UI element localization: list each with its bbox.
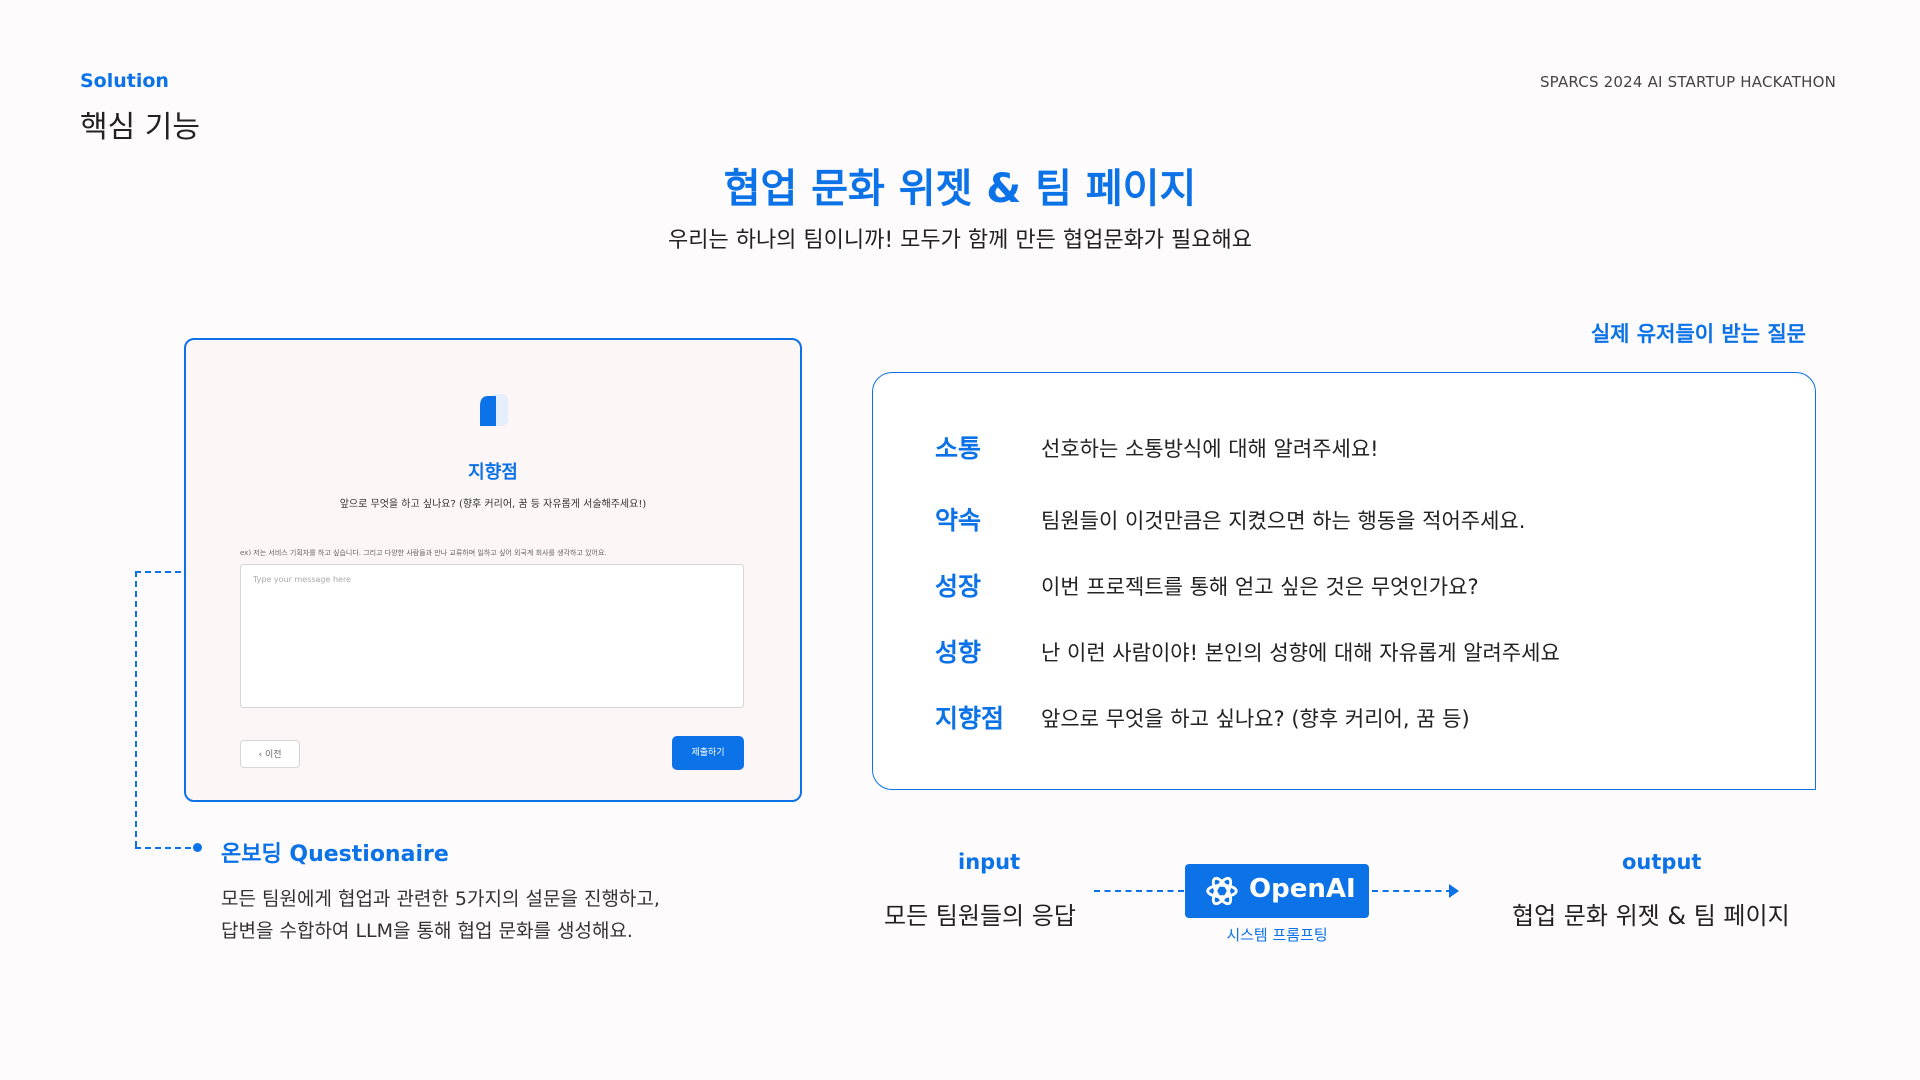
output-label: output <box>1622 850 1702 874</box>
section-label: Solution <box>80 70 169 92</box>
input-text: 모든 팀원들의 응답 <box>884 902 1076 930</box>
prev-button-label: 이전 <box>264 750 282 760</box>
event-brand: SPARCS 2024 AI STARTUP HACKATHON <box>1539 73 1836 91</box>
pipeline-line-out <box>1372 890 1452 892</box>
system-prompting-caption: 시스템 프롬프팅 <box>1226 926 1328 944</box>
book-logo-icon <box>480 394 508 426</box>
question-text: 난 이런 사람이야! 본인의 성향에 대해 자유롭게 알려주세요 <box>1041 641 1560 665</box>
question-key: 약속 <box>935 506 982 535</box>
submit-button[interactable]: 제출하기 <box>672 736 744 770</box>
pipeline-line-in <box>1094 890 1184 892</box>
question-key: 지향점 <box>935 704 1005 733</box>
onboarding-title: 온보딩 Questionaire <box>221 842 449 867</box>
prev-button[interactable]: ‹ 이전 <box>240 740 300 768</box>
slide-title: 협업 문화 위젯 & 팀 페이지 <box>723 166 1197 212</box>
question-text: 이번 프로젝트를 통해 얻고 싶은 것은 무엇인가요? <box>1041 575 1479 599</box>
questionnaire-question: 앞으로 무엇을 하고 싶나요? (향후 커리어, 꿈 등 자유롭게 서술해주세요… <box>339 499 647 510</box>
questions-box: 소통 선호하는 소통방식에 대해 알려주세요! 약속 팀원들이 이것만큼은 지켰… <box>872 372 1816 790</box>
onboarding-description-line: 모든 팀원에게 협업과 관련한 5가지의 설문을 진행하고, <box>221 888 660 910</box>
connector-line-vertical <box>135 571 137 847</box>
questionnaire-card: 지향점 앞으로 무엇을 하고 싶나요? (향후 커리어, 꿈 등 자유롭게 서술… <box>184 338 802 802</box>
question-key: 소통 <box>935 434 982 463</box>
question-text: 팀원들이 이것만큼은 지켰으면 하는 행동을 적어주세요. <box>1041 509 1526 533</box>
connector-dot <box>193 843 202 852</box>
onboarding-description-line: 답변을 수합하여 LLM을 통해 협업 문화를 생성해요. <box>221 920 633 942</box>
questionnaire-title: 지향점 <box>468 462 518 483</box>
page-heading: 핵심 기능 <box>80 110 200 145</box>
arrow-right-icon <box>1449 884 1459 898</box>
openai-logo-icon <box>1206 876 1238 906</box>
answer-textarea[interactable]: Type your message here <box>240 564 744 708</box>
connector-line-top <box>135 571 181 573</box>
question-text: 선호하는 소통방식에 대해 알려주세요! <box>1041 437 1379 461</box>
question-key: 성장 <box>935 572 982 601</box>
output-text: 협업 문화 위젯 & 팀 페이지 <box>1512 902 1790 930</box>
slide-subtitle: 우리는 하나의 팀이니까! 모두가 함께 만든 협업문화가 필요해요 <box>667 228 1252 253</box>
questionnaire-hint: ex) 저는 서비스 기획자를 하고 싶습니다. 그리고 다양한 사람들과 만나… <box>240 549 607 557</box>
question-text: 앞으로 무엇을 하고 싶나요? (향후 커리어, 꿈 등) <box>1041 707 1470 731</box>
question-key: 성향 <box>935 638 982 667</box>
openai-label: OpenAI <box>1249 874 1356 904</box>
questions-label: 실제 유저들이 받는 질문 <box>1590 322 1806 346</box>
input-label: input <box>958 850 1021 874</box>
connector-line-bottom <box>135 847 191 849</box>
openai-box: OpenAI <box>1185 864 1369 918</box>
